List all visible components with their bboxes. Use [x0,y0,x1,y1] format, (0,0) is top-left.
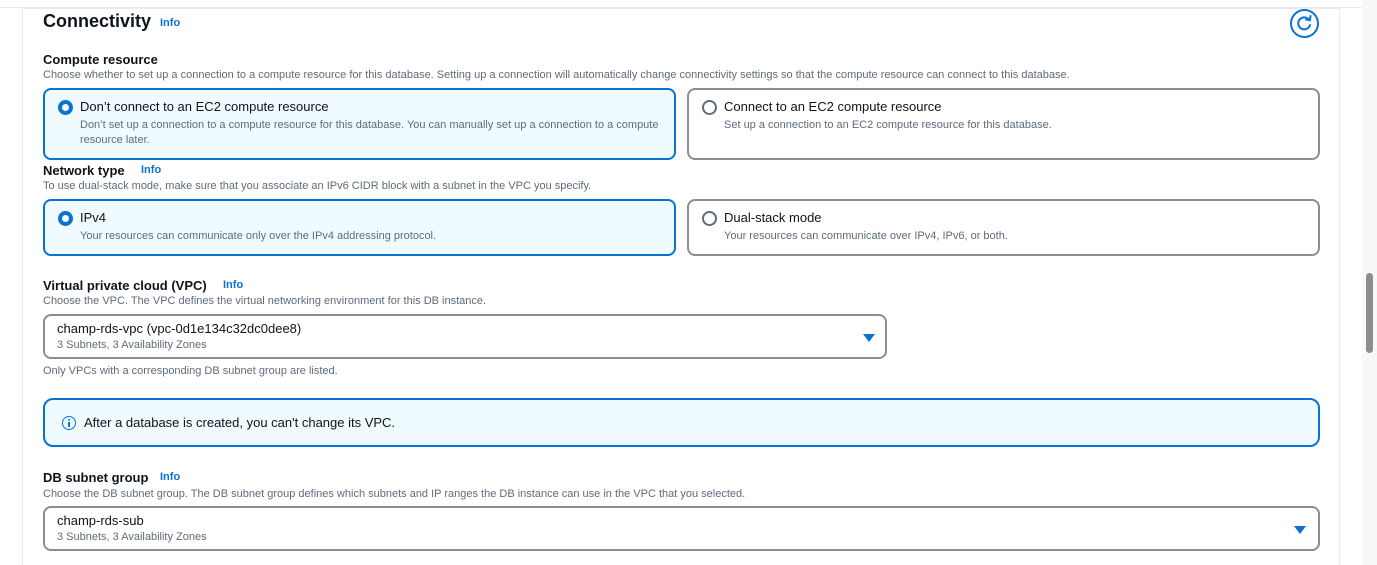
subnet-group-label: DB subnet group [43,470,149,485]
refresh-button[interactable] [1289,8,1320,39]
vpc-info-link[interactable]: Info [223,279,243,291]
network-option-title: IPv4 [80,210,107,225]
compute-option-title: Don’t connect to an EC2 compute resource [80,99,329,114]
radio-unselected-icon[interactable] [702,100,717,115]
network-option-dual-stack[interactable]: Dual-stack mode Your resources can commu… [687,199,1320,256]
radio-selected-icon[interactable] [58,211,73,226]
vpc-constraint-text: Only VPCs with a corresponding DB subnet… [43,365,338,377]
vpc-select[interactable]: champ-rds-vpc (vpc-0d1e134c32dc0dee8) 3 … [43,314,887,359]
compute-option-title: Connect to an EC2 compute resource [724,99,942,114]
vpc-select-value: champ-rds-vpc (vpc-0d1e134c32dc0dee8) [57,321,302,336]
page: Connectivity Info Compute resource Choos… [0,0,1377,565]
compute-resource-description: Choose whether to set up a connection to… [43,69,1070,81]
alert-text: After a database is created, you can't c… [84,415,396,430]
subnet-group-select[interactable]: champ-rds-sub 3 Subnets, 3 Availability … [43,506,1320,551]
network-option-title: Dual-stack mode [724,210,822,225]
network-type-label: Network type [43,163,125,178]
vpc-label: Virtual private cloud (VPC) [43,278,207,293]
subnet-group-info-link[interactable]: Info [160,471,180,483]
refresh-icon [1290,9,1319,38]
compute-option-connect-ec2[interactable]: Connect to an EC2 compute resource Set u… [687,88,1320,160]
network-option-description: Your resources can communicate over IPv4… [724,230,1008,242]
compute-option-description: Set up a connection to an EC2 compute re… [724,119,1052,131]
vpc-info-alert: After a database is created, you can't c… [43,398,1320,447]
section-title: Connectivity [43,11,152,31]
vpc-description: Choose the VPC. The VPC defines the virt… [43,295,487,307]
compute-resource-label: Compute resource [43,52,158,67]
info-circle-icon [62,416,76,430]
caret-down-icon [1294,526,1306,534]
radio-unselected-icon[interactable] [702,211,717,226]
subnet-group-description: Choose the DB subnet group. The DB subne… [43,488,746,500]
network-option-ipv4[interactable]: IPv4 Your resources can communicate only… [43,199,676,256]
compute-option-description: Don’t set up a connection to a compute r… [80,119,659,146]
compute-option-dont-connect[interactable]: Don’t connect to an EC2 compute resource… [43,88,676,160]
caret-down-icon [863,334,875,342]
vpc-select-sub: 3 Subnets, 3 Availability Zones [57,339,207,351]
radio-selected-icon[interactable] [58,100,73,115]
subnet-select-sub: 3 Subnets, 3 Availability Zones [57,531,207,543]
section-info-link[interactable]: Info [160,17,180,29]
subnet-select-value: champ-rds-sub [57,513,144,528]
network-option-description: Your resources can communicate only over… [80,230,437,242]
network-type-info-link[interactable]: Info [141,164,161,176]
page-scrollbar-thumb[interactable] [1366,273,1373,353]
network-type-description: To use dual-stack mode, make sure that y… [43,180,592,192]
